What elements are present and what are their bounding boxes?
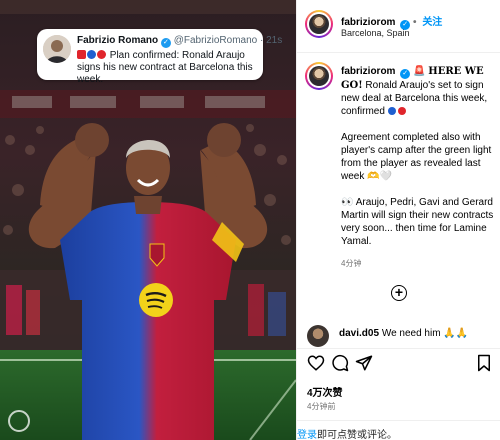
share-icon[interactable] (355, 354, 373, 372)
tweet-author-name: Fabrizio Romano (77, 35, 159, 46)
header-divider (297, 52, 500, 53)
login-link[interactable]: 登录 (297, 430, 317, 440)
bookmark-icon[interactable] (475, 354, 493, 372)
caption-username[interactable]: fabriziorom (341, 66, 395, 77)
siren-icon: 🚨 (413, 66, 426, 77)
watermark-logo-icon (8, 410, 30, 432)
actions-divider (297, 348, 500, 349)
post-header: fabriziorom ✓ • 关注 Barcelona, Spain (305, 10, 497, 50)
caption-para-1: Ronald Araujo's set to sign new deal at … (341, 80, 488, 117)
blue-circle-icon (387, 107, 396, 115)
comment-item: davi.d05 We need him 🙏🙏 (305, 324, 497, 347)
login-divider (297, 420, 500, 421)
caption-para-2: Agreement completed also with player's c… (341, 132, 492, 182)
avatar-icon (43, 35, 71, 63)
post-time: 4分钟前 (307, 402, 336, 411)
eyes-icon: 👀 (341, 197, 354, 208)
praying-hands-icon: 🙏🙏 (443, 328, 469, 339)
embedded-tweet-card: Fabrizio Romano ✓ @FabrizioRomano · 21s … (37, 29, 282, 85)
header-username[interactable]: fabriziorom (341, 17, 395, 28)
tweet-avatar (43, 35, 71, 63)
comment-avatar[interactable] (307, 325, 329, 347)
caption-time: 4分钟 (341, 259, 362, 268)
red-circle-icon (97, 50, 106, 59)
comment-username[interactable]: davi.d05 (339, 328, 379, 339)
heart-icon[interactable] (307, 354, 325, 372)
author-avatar[interactable] (305, 10, 333, 38)
post-photo[interactable]: Fabrizio Romano ✓ @FabrizioRomano · 21s … (0, 0, 296, 440)
login-prompt-text: 即可点赞或评论。 (317, 430, 397, 440)
caption-para-3: Araujo, Pedri, Gavi and Gerard Martin wi… (341, 197, 494, 247)
follow-button[interactable]: 关注 (422, 17, 442, 28)
caption-avatar[interactable] (305, 62, 333, 90)
white-heart-icon: 🤍 (379, 171, 393, 182)
post-location[interactable]: Barcelona, Spain (341, 28, 410, 38)
tweet-handle: @FabrizioRomano · 21s (173, 35, 283, 46)
add-comment-icon[interactable]: + (391, 285, 407, 301)
comment-text: We need him (381, 328, 441, 339)
red-circle-icon (398, 107, 407, 115)
blue-circle-icon (87, 50, 96, 59)
likes-count[interactable]: 4万次赞 (307, 384, 343, 399)
action-bar (305, 354, 495, 374)
contract-icon (77, 50, 86, 59)
comment-icon[interactable] (331, 354, 349, 372)
post-details-panel: fabriziorom ✓ • 关注 Barcelona, Spain fabr… (296, 0, 500, 440)
hands-heart-icon: 🫶 (367, 171, 380, 182)
verified-icon: ✓ (160, 38, 171, 48)
login-prompt: 登录即可点赞或评论。 (297, 426, 397, 440)
verified-icon: ✓ (400, 69, 411, 79)
